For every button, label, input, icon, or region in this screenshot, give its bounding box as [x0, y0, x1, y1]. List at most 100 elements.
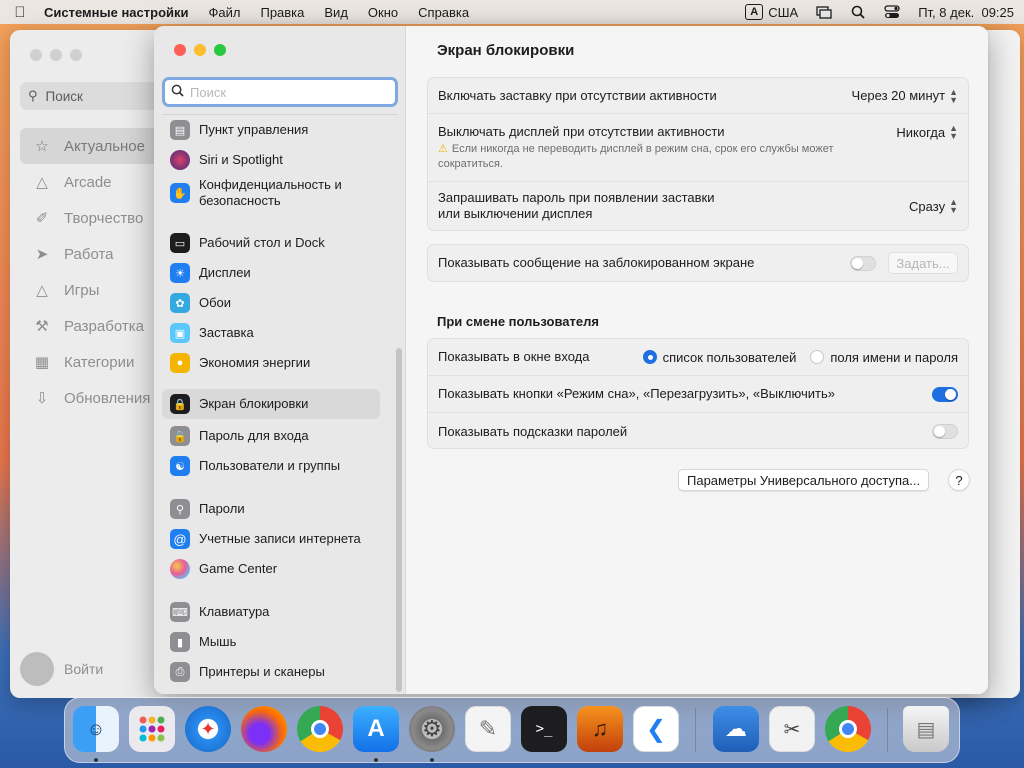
- safari-icon[interactable]: ✦: [185, 706, 231, 752]
- accessibility-options-button[interactable]: Параметры Универсального доступа...: [678, 469, 930, 491]
- sidebar-item-label: Обои: [199, 295, 232, 310]
- trash-icon[interactable]: ▤: [903, 706, 949, 752]
- menu-window[interactable]: Окно: [368, 5, 398, 20]
- close-icon[interactable]: [174, 44, 186, 56]
- nav-label: Разработка: [64, 317, 144, 335]
- garageband-icon[interactable]: ♫: [577, 706, 623, 752]
- chevron-updown-icon: ▲ ▼: [949, 86, 958, 105]
- radio-name-password[interactable]: поля имени и пароля: [810, 350, 958, 365]
- sidebar-item-game-center[interactable]: Game Center: [162, 557, 380, 581]
- sidebar-item-login-password[interactable]: 🔒 Пароль для входа: [162, 424, 380, 448]
- switch-user-group: Показывать в окне входа список пользоват…: [427, 338, 969, 449]
- sidebar-item-label: Рабочий стол и Dock: [199, 235, 325, 250]
- rocket-icon: △: [36, 282, 48, 299]
- minimize-icon[interactable]: [194, 44, 206, 56]
- password-hints-toggle[interactable]: [932, 424, 958, 439]
- message-toggle[interactable]: [850, 255, 876, 271]
- switch-user-header: При смене пользователя: [437, 314, 599, 329]
- sidebar-item-wallpaper[interactable]: ✿ Обои: [162, 291, 380, 315]
- menu-file[interactable]: Файл: [209, 5, 241, 20]
- back-minimize-icon[interactable]: [50, 49, 62, 61]
- sidebar-item-label: Учетные записи интернета: [199, 531, 361, 546]
- sidebar-item-label: Экран блокировки: [199, 396, 309, 411]
- chrome-icon[interactable]: [297, 706, 343, 752]
- screensaver-popup[interactable]: Через 20 минут ▲ ▼: [852, 86, 958, 105]
- menu-edit[interactable]: Правка: [260, 5, 304, 20]
- input-source-menu[interactable]: A США: [745, 4, 798, 20]
- menu-clock[interactable]: Пт, 8 дек. 09:25: [918, 5, 1014, 20]
- sidebar-item-control-center[interactable]: ▤ Пункт управления: [162, 118, 380, 142]
- weather-icon[interactable]: ☁: [713, 706, 759, 752]
- textedit-icon[interactable]: ✎: [465, 706, 511, 752]
- content-pane: Экран блокировки Включать заставку при о…: [406, 26, 988, 694]
- search-icon: [171, 84, 184, 100]
- sidebar-item-displays[interactable]: ☀ Дисплеи: [162, 261, 380, 285]
- back-close-icon[interactable]: [30, 49, 42, 61]
- lock-settings-group: Включать заставку при отсутствии активно…: [427, 77, 969, 231]
- keyboard-icon: ⌨: [170, 602, 190, 622]
- search-field[interactable]: [162, 77, 398, 107]
- warning-text: Если никогда не переводить дисплей в реж…: [438, 143, 834, 170]
- apple-menu-icon[interactable]: : [10, 4, 30, 21]
- message-label: Показывать сообщение на заблокированном …: [438, 255, 755, 270]
- spotlight-icon[interactable]: [850, 5, 866, 19]
- back-zoom-icon[interactable]: [70, 49, 82, 61]
- set-message-button[interactable]: Задать...: [888, 252, 958, 274]
- vscode-icon[interactable]: ❮: [633, 706, 679, 752]
- radio-users-list[interactable]: список пользователей: [642, 350, 796, 365]
- sidebar-item-screensaver[interactable]: ▣ Заставка: [162, 321, 380, 345]
- running-indicator: [94, 758, 98, 762]
- sidebar-item-keyboard[interactable]: ⌨ Клавиатура: [162, 600, 380, 624]
- sidebar-item-lock-screen[interactable]: 🔒 Экран блокировки: [162, 389, 380, 419]
- launchpad-icon[interactable]: [129, 706, 175, 752]
- display-off-value: Никогда: [896, 124, 946, 140]
- sidebar-item-siri[interactable]: Siri и Spotlight: [162, 148, 380, 172]
- display-off-popup[interactable]: Никогда ▲ ▼: [896, 124, 958, 141]
- firefox-icon[interactable]: [241, 706, 287, 752]
- sidebar-item-label: Конфиденциальность и безопасность: [199, 177, 342, 208]
- radio-name-password-label: поля имени и пароля: [830, 349, 958, 365]
- menu-view[interactable]: Вид: [324, 5, 348, 20]
- search-input[interactable]: [190, 84, 380, 100]
- sidebar-item-printers[interactable]: ⎙ Принтеры и сканеры: [162, 660, 380, 684]
- app-store-icon[interactable]: A: [353, 706, 399, 752]
- screen-mirroring-icon[interactable]: [816, 5, 832, 19]
- sidebar-item-passwords[interactable]: ⚲ Пароли: [162, 497, 380, 521]
- search-icon: ⚲: [28, 88, 38, 103]
- sidebar-item-label: Пароль для входа: [199, 428, 309, 443]
- control-center-icon[interactable]: [884, 5, 900, 19]
- chrome-icon-2[interactable]: [825, 706, 871, 752]
- sidebar-scrollbar[interactable]: [396, 348, 402, 692]
- finder-icon[interactable]: ☺: [73, 706, 119, 752]
- hand-icon: ✋: [170, 183, 190, 203]
- menu-bar:  Системные настройки Файл Правка Вид Ок…: [0, 0, 1024, 24]
- input-source-label: США: [768, 4, 799, 20]
- app-store-login[interactable]: Войти: [20, 652, 103, 686]
- power-buttons-toggle[interactable]: [932, 386, 958, 402]
- menu-help[interactable]: Справка: [418, 5, 469, 20]
- zoom-icon[interactable]: [214, 44, 226, 56]
- sidebar-item-internet-accounts[interactable]: @ Учетные записи интернета: [162, 527, 380, 551]
- dock-separator: [887, 708, 888, 752]
- sidebar-item-energy[interactable]: ● Экономия энергии: [162, 351, 380, 375]
- game-center-icon: [170, 559, 190, 579]
- help-button[interactable]: ?: [948, 469, 970, 491]
- nav-label: Творчество: [64, 209, 144, 227]
- sidebar-item-users-groups[interactable]: ☯ Пользователи и группы: [162, 454, 380, 478]
- bulb-icon: ●: [170, 353, 190, 373]
- back-window-traffic-lights: [30, 49, 82, 61]
- menu-app-name[interactable]: Системные настройки: [44, 5, 189, 20]
- at-icon: @: [170, 529, 190, 549]
- preview-icon[interactable]: ✂: [769, 706, 815, 752]
- require-password-popup[interactable]: Сразу ▲ ▼: [909, 198, 958, 215]
- sidebar-item-privacy[interactable]: ✋ Конфиденциальность и безопасность: [162, 174, 380, 212]
- terminal-icon[interactable]: >_: [521, 706, 567, 752]
- lock-icon: 🔒: [170, 426, 190, 446]
- nav-label: Работа: [64, 245, 114, 263]
- power-buttons-row: Показывать кнопки «Режим сна», «Перезагр…: [428, 376, 968, 413]
- system-settings-icon[interactable]: ⚙: [409, 706, 455, 752]
- sidebar-item-desktop-dock[interactable]: ▭ Рабочий стол и Dock: [162, 231, 380, 255]
- mouse-icon: ▮: [170, 632, 190, 652]
- sidebar-item-mouse[interactable]: ▮ Мышь: [162, 630, 380, 654]
- require-password-label: Запрашивать пароль при появлении заставк…: [438, 190, 715, 221]
